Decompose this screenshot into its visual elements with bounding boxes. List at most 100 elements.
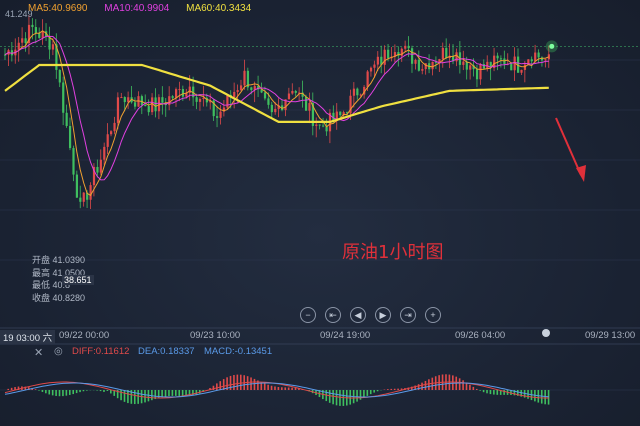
macd-bar <box>137 390 139 404</box>
ma60-label: MA60:40.3434 <box>186 3 252 14</box>
macd-bar <box>424 380 427 390</box>
candle-body <box>407 45 410 49</box>
macd-bar <box>34 389 37 390</box>
candle-body <box>127 97 130 103</box>
candle-body <box>352 88 356 96</box>
candle-body <box>318 124 321 126</box>
scroll-back-button[interactable]: ◀ <box>350 307 366 323</box>
candle-body <box>496 55 499 59</box>
candle-body <box>322 125 325 127</box>
candle-body <box>469 65 472 70</box>
candle-body <box>198 98 202 102</box>
eye-icon[interactable]: ◎ <box>54 346 63 357</box>
ma-legend: MA5:40.9690 MA10:40.9904 MA60:40.3434 <box>28 3 265 14</box>
jump-end-button[interactable]: ⇥ <box>400 307 416 323</box>
macd-bar <box>106 390 109 391</box>
macd-bar <box>86 390 88 391</box>
ma5-line <box>4 30 549 197</box>
candle-body <box>544 59 547 61</box>
x-tick-label: 09/22 00:00 <box>59 330 110 341</box>
candle-body <box>308 103 311 111</box>
candle-body <box>181 89 185 97</box>
macd-bar <box>253 378 256 390</box>
macd-bar <box>393 388 396 390</box>
macd-bar <box>339 390 341 406</box>
candle-body <box>89 185 92 200</box>
annotation-arrow-shaft <box>555 117 582 176</box>
macd-bar <box>65 390 68 396</box>
candle-body <box>51 44 55 50</box>
macd-bar <box>195 390 198 395</box>
candle-body <box>161 97 164 103</box>
candle-body <box>82 192 85 202</box>
candle-body <box>376 56 379 65</box>
macd-bar <box>127 390 129 404</box>
candle-body <box>482 64 485 69</box>
candle-body <box>431 61 434 70</box>
ohlc-open: 开盘 41.0390 <box>32 255 86 265</box>
candle-body <box>133 102 137 107</box>
candle-body <box>175 89 178 98</box>
diff-label: DIFF:0.11612 <box>72 346 130 357</box>
macd-bar <box>171 390 174 396</box>
candle-body <box>339 111 342 116</box>
candle-body <box>147 106 150 113</box>
candle-body <box>465 61 468 70</box>
zoom-in-button[interactable]: + <box>425 307 441 323</box>
candle-body <box>144 105 147 107</box>
candle-body <box>99 159 102 173</box>
macd-bar <box>284 387 287 390</box>
candle-body <box>21 38 24 43</box>
macd-bar <box>72 390 74 395</box>
macd-bar <box>428 379 430 390</box>
ma5-label: MA5:40.9690 <box>28 3 88 14</box>
macd-bar <box>151 390 153 401</box>
macd-bar <box>366 390 369 396</box>
macd-bar <box>349 390 352 405</box>
candle-body <box>120 97 123 99</box>
candle-body <box>267 98 270 105</box>
macd-label: MACD:-0.13451 <box>204 346 273 357</box>
macd-bar <box>99 390 102 392</box>
macd-bar <box>369 390 372 395</box>
candle-body <box>383 49 386 65</box>
candle-body <box>239 85 243 91</box>
macd-bar <box>479 390 481 391</box>
candle-body <box>304 96 308 111</box>
close-icon[interactable]: ✕ <box>34 346 43 359</box>
price-chart[interactable] <box>0 0 640 426</box>
candle-body <box>140 96 143 106</box>
macd-bar <box>469 384 471 390</box>
macd-bar <box>58 390 61 397</box>
candle-body <box>387 49 390 59</box>
macd-bar <box>544 390 546 405</box>
jump-start-button[interactable]: ⇤ <box>325 307 341 323</box>
candle-body <box>445 47 448 59</box>
macd-bar <box>489 390 492 395</box>
candle-body <box>530 59 533 62</box>
macd-bar <box>421 382 423 390</box>
macd-legend: ✕ ◎ DIFF:0.11612 DEA:0.18337 MACD:-0.134… <box>0 346 640 360</box>
macd-bar <box>537 390 540 403</box>
candle-body <box>226 94 229 108</box>
macd-bar <box>68 390 71 395</box>
chart-root: MA5:40.9690 MA10:40.9904 MA60:40.3434 41… <box>0 0 640 426</box>
candle-body <box>72 148 75 175</box>
candle-body <box>233 91 236 97</box>
macd-bar <box>164 390 167 397</box>
candle-body <box>24 38 27 44</box>
chart-annotation-title: 原油1小时图 <box>342 242 444 263</box>
macd-bar <box>79 390 81 393</box>
candle-body <box>113 122 116 132</box>
macd-bar <box>267 384 269 390</box>
candle-body <box>294 90 297 93</box>
macd-bar <box>263 383 266 390</box>
macd-bar <box>376 390 379 392</box>
macd-bar <box>246 376 249 390</box>
macd-bar <box>486 390 488 394</box>
zoom-out-button[interactable]: − <box>300 307 316 323</box>
last-price-dot <box>549 43 555 49</box>
scroll-forward-button[interactable]: ▶ <box>375 307 391 323</box>
macd-bar <box>62 390 64 397</box>
candle-body <box>106 134 109 147</box>
